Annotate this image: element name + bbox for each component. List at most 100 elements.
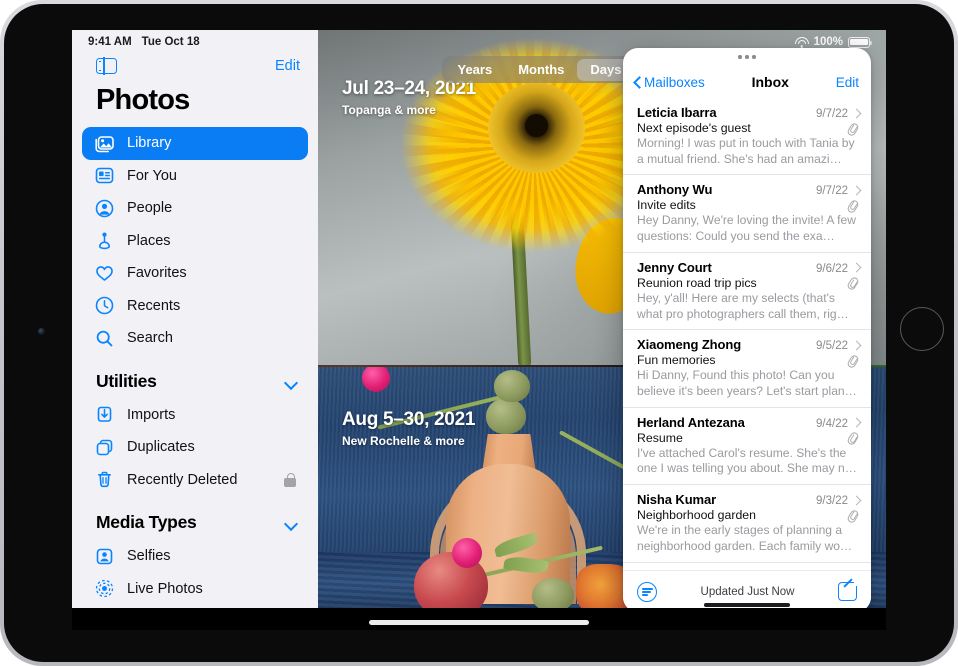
- back-label: Mailboxes: [644, 75, 705, 90]
- moment-location: Topanga & more: [342, 103, 476, 117]
- message-date: 9/7/22: [816, 185, 848, 197]
- mail-message-list[interactable]: Leticia Ibarra 9/7/22 Next episode's gue…: [623, 98, 871, 570]
- for-you-icon: [94, 165, 115, 186]
- section-title: Media Types: [96, 512, 196, 533]
- mailboxes-back-button[interactable]: Mailboxes: [632, 75, 705, 90]
- sidebar-primary-list[interactable]: Library For You: [72, 127, 318, 355]
- message-preview: I've attached Carol's resume. She's the …: [637, 446, 861, 477]
- clock-icon: [94, 295, 115, 316]
- message-subject: Reunion road trip pics: [637, 276, 847, 290]
- sidebar-item-people[interactable]: People: [82, 192, 308, 225]
- chevron-right-icon: [853, 419, 861, 427]
- sidebar-item-label: Recently Deleted: [127, 472, 272, 488]
- status-date: Tue Oct 18: [142, 36, 200, 48]
- mail-title: Inbox: [752, 74, 789, 90]
- chevron-right-icon: [853, 186, 861, 194]
- section-header-utilities[interactable]: Utilities: [72, 355, 318, 399]
- mail-list-item[interactable]: Anthony Wu 9/7/22 Invite edits Hey Danny…: [623, 175, 871, 252]
- front-camera-icon: [38, 328, 45, 335]
- sidebar-item-library[interactable]: Library: [82, 127, 308, 160]
- trash-icon: [94, 469, 115, 490]
- message-preview: Morning! I was put in touch with Tania b…: [637, 136, 861, 167]
- search-icon: [94, 328, 115, 349]
- import-icon: [94, 404, 115, 425]
- sidebar-item-favorites[interactable]: Favorites: [82, 257, 308, 290]
- ipad-screen: Jul 23–24, 2021 Topanga & more Aug 5–30,…: [72, 30, 886, 630]
- ipad-device: Jul 23–24, 2021 Topanga & more Aug 5–30,…: [0, 0, 958, 666]
- section-header-media-types[interactable]: Media Types: [72, 496, 318, 540]
- attachment-icon: [847, 509, 857, 522]
- sidebar-item-selfies[interactable]: Selfies: [82, 540, 308, 573]
- sidebar-item-search[interactable]: Search: [82, 322, 308, 355]
- mail-slide-over-window[interactable]: Mailboxes Inbox Edit Leticia Ibarra 9/7/…: [623, 48, 871, 612]
- heart-icon: [94, 263, 115, 284]
- mail-list-item[interactable]: Nisha Kumar 9/3/22 Neighborhood garden W…: [623, 485, 871, 562]
- mail-list-item[interactable]: Herland Antezana 9/4/22 Resume I've atta…: [623, 408, 871, 485]
- sidebar-item-label: Places: [127, 233, 296, 249]
- message-date: 9/5/22: [816, 340, 848, 352]
- message-date: 9/3/22: [816, 495, 848, 507]
- grabber-handle-icon[interactable]: [623, 48, 871, 66]
- sidebar-item-label: Favorites: [127, 265, 296, 281]
- mail-list-item[interactable]: Leticia Ibarra 9/7/22 Next episode's gue…: [623, 98, 871, 175]
- sidebar-item-recently-deleted[interactable]: Recently Deleted: [82, 464, 308, 497]
- attachment-icon: [847, 122, 857, 135]
- chevron-down-icon[interactable]: [285, 517, 296, 528]
- sidebar-toggle-icon[interactable]: [96, 58, 117, 74]
- mail-status-text: Updated Just Now: [701, 586, 795, 598]
- live-photo-icon: [94, 578, 115, 599]
- message-date: 9/7/22: [816, 108, 848, 120]
- sidebar-item-label: Recents: [127, 298, 296, 314]
- sidebar-item-duplicates[interactable]: Duplicates: [82, 431, 308, 464]
- wifi-icon: [795, 37, 809, 48]
- compose-icon[interactable]: [838, 582, 857, 601]
- message-sender: Xiaomeng Zhong: [637, 337, 816, 352]
- chevron-right-icon: [853, 264, 861, 272]
- sidebar-item-for-you[interactable]: For You: [82, 160, 308, 193]
- sidebar-edit-button[interactable]: Edit: [275, 58, 300, 74]
- message-preview: Hey Danny, We're loving the invite! A fe…: [637, 213, 861, 244]
- lock-icon: [284, 473, 296, 487]
- battery-icon: [848, 37, 870, 48]
- message-subject: Resume: [637, 431, 847, 445]
- mail-edit-button[interactable]: Edit: [836, 75, 859, 90]
- attachment-icon: [847, 276, 857, 289]
- moment-header-1: Jul 23–24, 2021 Topanga & more: [342, 78, 476, 117]
- home-indicator[interactable]: [369, 620, 589, 625]
- moment-date-range: Aug 5–30, 2021: [342, 409, 475, 431]
- filter-icon[interactable]: [637, 582, 657, 602]
- mail-list-item[interactable]: Xiaomeng Zhong 9/5/22 Fun memories Hi Da…: [623, 330, 871, 407]
- mail-window-home-indicator[interactable]: [704, 603, 790, 607]
- message-sender: Anthony Wu: [637, 182, 816, 197]
- person-circle-icon: [94, 198, 115, 219]
- mail-list-item[interactable]: Rigo Rangel 9/2/22 Park Photos: [623, 563, 871, 570]
- message-subject: Fun memories: [637, 353, 847, 367]
- message-subject: Neighborhood garden: [637, 508, 847, 522]
- message-date: 9/6/22: [816, 263, 848, 275]
- sidebar-item-recents[interactable]: Recents: [82, 290, 308, 323]
- message-preview: We're in the early stages of planning a …: [637, 523, 861, 554]
- photos-sidebar[interactable]: Edit Photos Library: [72, 30, 318, 630]
- sidebar-item-imports[interactable]: Imports: [82, 399, 308, 432]
- segment-months[interactable]: Months: [505, 59, 577, 81]
- mail-navigation-bar: Mailboxes Inbox Edit: [623, 66, 871, 98]
- screen-bottom-bar: [72, 608, 886, 630]
- mail-list-item[interactable]: Jenny Court 9/6/22 Reunion road trip pic…: [623, 253, 871, 330]
- sidebar-item-label: Imports: [127, 407, 296, 423]
- moment-location: New Rochelle & more: [342, 434, 475, 448]
- segment-years[interactable]: Years: [445, 59, 506, 81]
- attachment-icon: [847, 431, 857, 444]
- message-preview: Hey, y'all! Here are my selects (that's …: [637, 291, 861, 322]
- attachment-icon: [847, 199, 857, 212]
- home-button[interactable]: [900, 307, 944, 351]
- message-sender: Herland Antezana: [637, 415, 816, 430]
- sidebar-item-label: Search: [127, 330, 296, 346]
- sidebar-utilities-list[interactable]: Imports Duplicates: [72, 399, 318, 497]
- sidebar-item-places[interactable]: Places: [82, 225, 308, 258]
- chevron-right-icon: [853, 496, 861, 504]
- timeline-segmented-control[interactable]: Years Months Days: [442, 56, 637, 83]
- sidebar-item-live-photos[interactable]: Live Photos: [82, 573, 308, 606]
- chevron-down-icon[interactable]: [285, 376, 296, 387]
- message-subject: Invite edits: [637, 198, 847, 212]
- message-sender: Nisha Kumar: [637, 492, 816, 507]
